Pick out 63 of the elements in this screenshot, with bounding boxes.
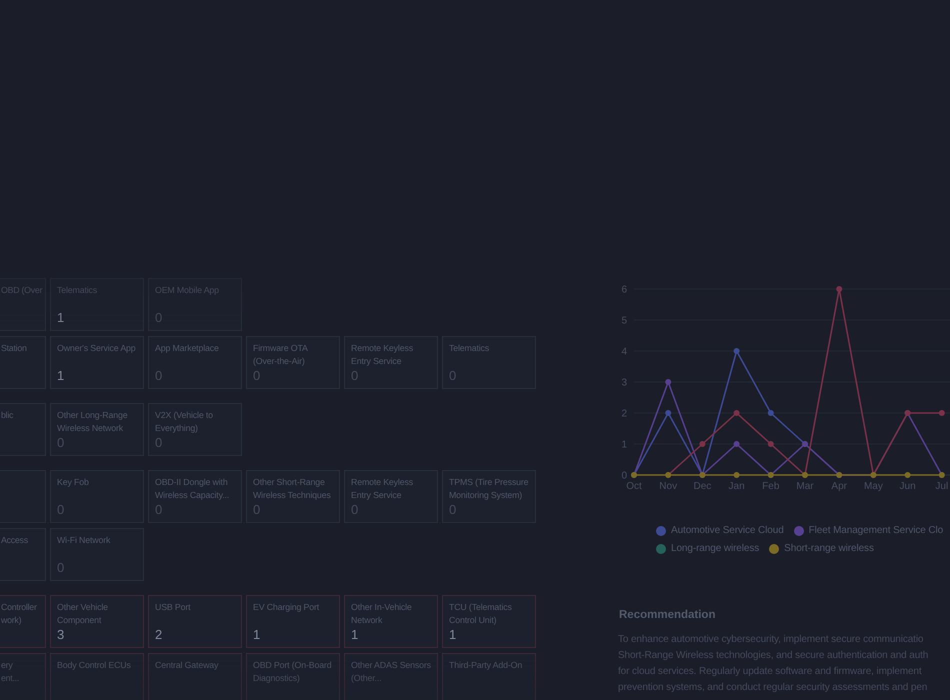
card-label: Other Long-Range Wireless Network — [57, 409, 128, 435]
card-count: 1 — [449, 627, 458, 642]
card-count: 2 — [155, 627, 164, 642]
card-label: Other In-Vehicle Network — [351, 601, 413, 627]
x-axis-label: Oct — [626, 481, 642, 492]
y-axis-label: 4 — [621, 346, 627, 358]
x-axis-label: Feb — [762, 481, 780, 492]
recommendation-heading: Recommendation — [619, 608, 716, 623]
y-axis-label: 0 — [621, 470, 627, 482]
card-label: Access — [1, 534, 29, 547]
card-label: Remote Keyless Entry Service — [351, 342, 414, 368]
card-label: Owner's Service App — [57, 342, 137, 355]
data-point — [836, 286, 842, 292]
y-axis-label: 5 — [621, 316, 627, 326]
card-label: Firmware OTA (Over-the-Air) — [253, 342, 309, 368]
data-point — [904, 472, 911, 478]
card-count: 3 — [57, 627, 66, 642]
card-label: TCU (Telematics Control Unit) — [449, 601, 513, 627]
card-label: App Marketplace — [155, 342, 220, 355]
y-axis-label: 1 — [621, 440, 627, 450]
card-label: V2X (Vehicle to Everything) — [155, 409, 214, 435]
data-point — [768, 441, 774, 447]
data-point — [665, 379, 672, 385]
card-label: Station — [1, 342, 28, 355]
card-label: Other Short-Range Wireless Techniques — [253, 476, 332, 502]
y-axis-label: 3 — [621, 378, 627, 388]
card-label: OBD-II Dongle with Wireless Capacity... — [155, 476, 230, 502]
legend-label[interactable]: Long-range wireless — [671, 543, 760, 555]
data-point — [734, 472, 740, 478]
y-axis-label: 2 — [621, 408, 627, 420]
card-label: Other Vehicle Component — [57, 601, 109, 627]
data-point — [734, 348, 740, 354]
legend-label[interactable]: Short-range wireless — [784, 543, 874, 555]
x-axis-label: Jul — [935, 481, 948, 492]
legend-label[interactable]: Fleet Management Service Clo — [808, 525, 944, 537]
x-axis-label: Nov — [659, 481, 678, 492]
data-point — [699, 441, 706, 447]
card-label: Remote Keyless Entry Service — [351, 476, 414, 502]
x-axis-label: Jun — [900, 481, 916, 492]
data-point — [768, 410, 774, 416]
x-axis-label: May — [864, 481, 883, 492]
x-axis-label: Dec — [694, 481, 712, 492]
card-label: EV Charging Port — [253, 601, 320, 614]
card-label: TPMS (Tire Pressure Monitoring System) — [449, 476, 529, 502]
data-point — [938, 410, 945, 416]
card-label: Controller work) — [1, 601, 38, 627]
card-label: blic — [1, 409, 14, 422]
data-point — [665, 410, 672, 416]
card-count: 1 — [57, 368, 66, 383]
x-axis-label: Jan — [728, 481, 745, 492]
y-axis-label: 6 — [621, 284, 627, 296]
x-axis-label: Apr — [831, 481, 847, 492]
x-axis-label: Mar — [796, 481, 814, 492]
legend-label[interactable]: Automotive Service Cloud — [671, 525, 784, 537]
card-label: Key Fob — [57, 476, 90, 489]
card-label: Wi-Fi Network — [57, 534, 112, 547]
card-label: USB Port — [155, 601, 192, 614]
card-label: Telematics — [449, 342, 490, 355]
card-count: 1 — [57, 310, 66, 325]
card-count: 1 — [351, 627, 360, 642]
data-point — [734, 410, 740, 416]
data-point — [734, 441, 740, 447]
card-count: 1 — [253, 627, 262, 642]
